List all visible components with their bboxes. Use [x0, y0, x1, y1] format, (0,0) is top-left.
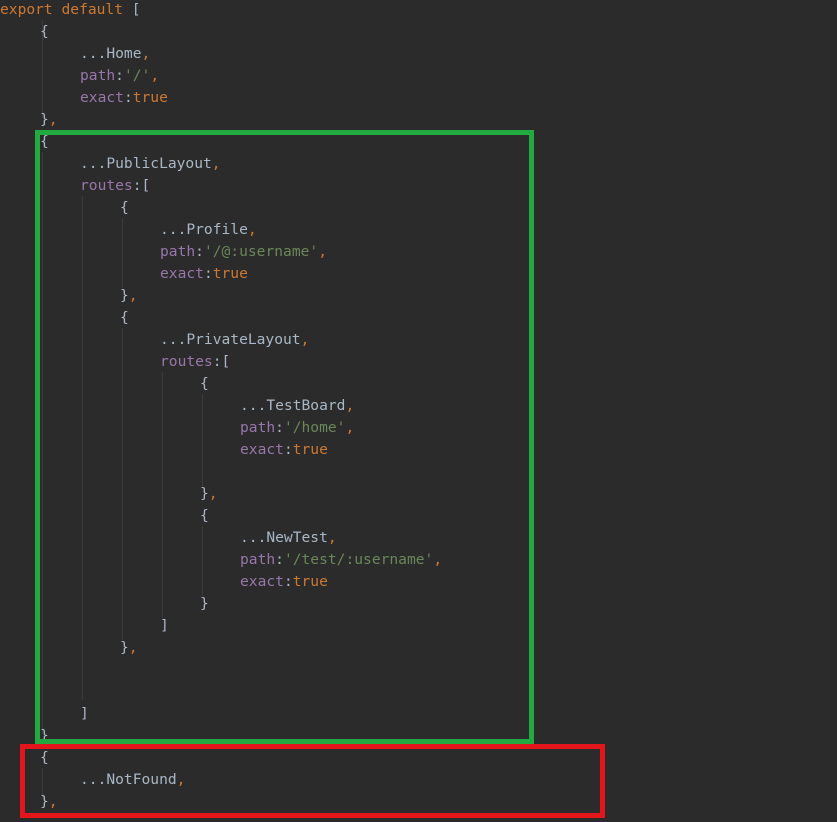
code-line: ...Home,	[80, 43, 150, 65]
code-line: path:'/',	[80, 65, 159, 87]
code-token: ,	[48, 111, 58, 128]
code-token: :	[115, 67, 124, 84]
code-token: [	[131, 1, 141, 18]
red-highlight-box	[20, 744, 605, 818]
green-highlight-box	[35, 130, 534, 744]
code-token: exact	[80, 89, 124, 106]
code-line: exact:true	[80, 87, 168, 109]
code-token: ...Home	[80, 45, 142, 62]
code-token: :	[123, 89, 133, 106]
code-line: {	[40, 21, 49, 43]
code-token: true	[132, 89, 168, 106]
code-line: },	[40, 109, 58, 131]
code-token: path	[80, 67, 116, 84]
code-token: '/'	[123, 67, 151, 84]
code-token: export default	[0, 1, 132, 18]
code-token: ,	[141, 45, 151, 62]
code-token: ,	[150, 67, 160, 84]
code-token: {	[40, 23, 49, 40]
code-editor[interactable]: export default [{...Home, path:'/', exact:…	[0, 0, 837, 822]
code-line: export default [	[0, 0, 141, 21]
code-token: }	[40, 111, 49, 128]
